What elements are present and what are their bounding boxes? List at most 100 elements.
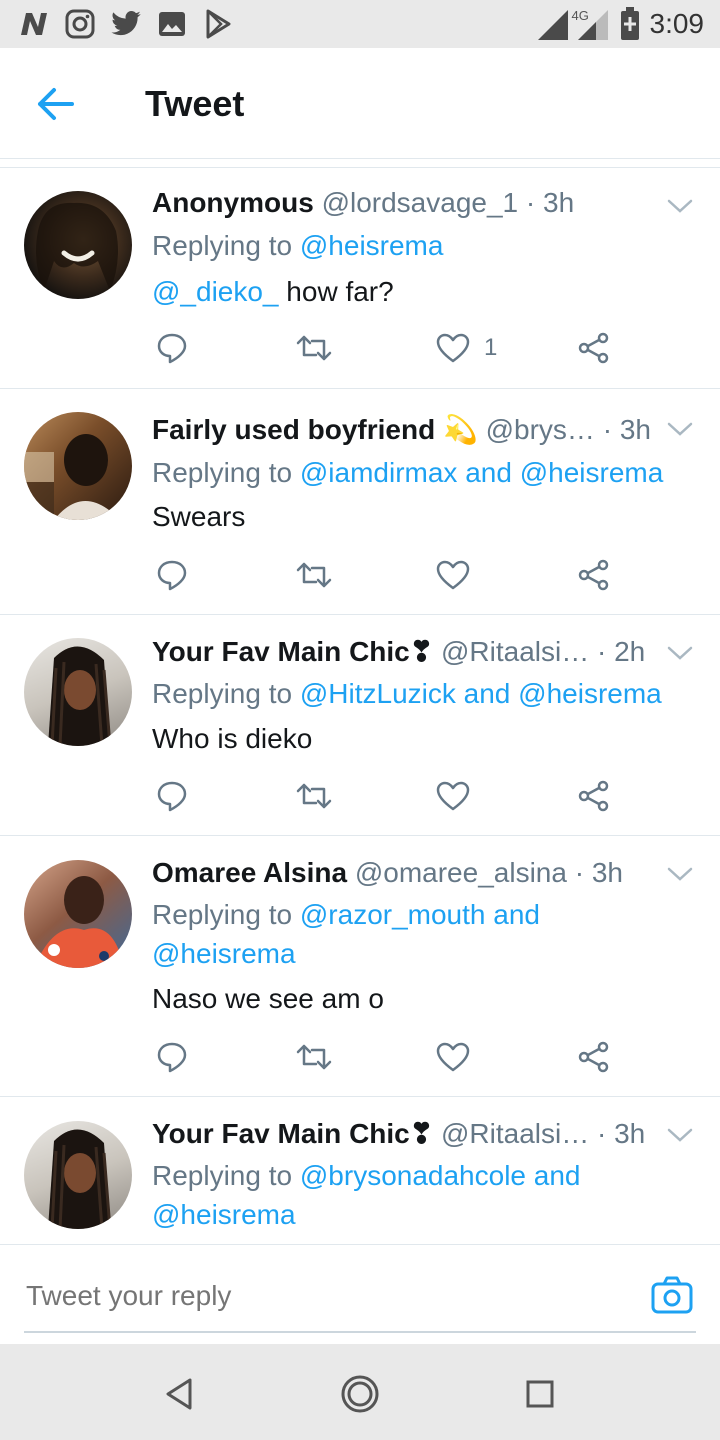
tweet[interactable]: Anonymous @lordsavage_1 · 3h Replying to… [0, 168, 720, 389]
like-count: 1 [484, 334, 498, 361]
replying-to-mentions[interactable]: @razor_mouth and [300, 899, 540, 930]
tweet-text: Swears [152, 501, 246, 532]
like-button[interactable] [436, 778, 470, 814]
retweet-button[interactable] [296, 1039, 332, 1075]
n-app-icon [18, 8, 50, 40]
reply-composer [0, 1244, 720, 1345]
tweet-text: Who is dieko [152, 723, 313, 754]
camera-icon [651, 1276, 693, 1314]
back-button[interactable] [34, 84, 78, 124]
system-nav-bar [0, 1344, 720, 1440]
nav-back-button[interactable] [160, 1374, 200, 1414]
heart-icon [436, 333, 470, 363]
tweet[interactable]: Your Fav Main Chic❣ @Ritaalsi… · 3h Repl… [0, 1097, 720, 1244]
recents-square-icon [526, 1380, 554, 1408]
tweet-text: @_dieko_ how far? [152, 274, 702, 310]
tweet-time: · 3h [525, 187, 575, 218]
tweet-header: Anonymous @lordsavage_1 · 3h [152, 186, 660, 220]
chevron-down-icon[interactable] [666, 1125, 694, 1145]
avatar[interactable] [24, 638, 132, 746]
avatar[interactable] [24, 860, 132, 968]
tweet-time: · 2h [597, 636, 646, 667]
avatar[interactable] [24, 191, 132, 299]
reply-icon [157, 333, 187, 364]
author-name[interactable]: Your Fav Main Chic❣ [152, 1118, 433, 1149]
tweet-actions: 1 [152, 330, 632, 370]
replying-to: Replying to @iamdirmax and @heisrema [152, 453, 702, 492]
replying-to-mentions[interactable]: @iamdirmax and @heisrema [300, 457, 663, 488]
author-handle[interactable]: @Ritaalsi… [441, 636, 589, 667]
like-button[interactable]: 1 [436, 330, 497, 366]
tweet-header: Your Fav Main Chic❣ @Ritaalsi… · 2h [152, 635, 660, 669]
like-button[interactable] [436, 1039, 470, 1075]
tweet-actions [152, 557, 632, 597]
tweet-actions [152, 1039, 632, 1079]
nav-home-button[interactable] [340, 1374, 380, 1414]
retweet-icon [296, 1044, 332, 1070]
reply-button[interactable] [156, 330, 188, 366]
play-store-icon [202, 8, 234, 40]
tweet-time: · 3h [602, 414, 651, 445]
chevron-down-icon[interactable] [666, 864, 694, 884]
tweet-header: Your Fav Main Chic❣ @Ritaalsi… · 3h [152, 1117, 660, 1151]
reply-button[interactable] [156, 1039, 188, 1075]
author-handle[interactable]: @omaree_alsina [355, 857, 567, 888]
author-name[interactable]: Anonymous [152, 187, 314, 218]
reply-input-underline [24, 1331, 696, 1333]
author-name[interactable]: Your Fav Main Chic❣ [152, 636, 433, 667]
clock: 3:09 [649, 8, 705, 39]
share-button[interactable] [578, 557, 610, 593]
chevron-down-icon[interactable] [666, 643, 694, 663]
replying-to: Replying to @heisrema [152, 226, 702, 265]
twitter-icon [110, 8, 142, 40]
tweet-body: how far? [278, 276, 394, 307]
author-handle[interactable]: @Ritaalsi… [441, 1118, 589, 1149]
replying-to-mentions[interactable]: @heisrema [300, 230, 444, 261]
author-name[interactable]: Fairly used boyfriend 💫 [152, 414, 478, 445]
author-handle[interactable]: @lordsavage_1 [322, 187, 519, 218]
like-button[interactable] [436, 557, 470, 593]
replying-to: Replying to @razor_mouth and @heisrema [152, 895, 702, 973]
share-button[interactable] [578, 778, 610, 814]
tweet[interactable]: Fairly used boyfriend 💫 @brys… · 3h Repl… [0, 389, 720, 615]
retweet-button[interactable] [296, 330, 332, 366]
author-handle[interactable]: @brys… [486, 414, 595, 445]
share-icon [578, 559, 609, 591]
avatar[interactable] [24, 1121, 132, 1229]
avatar[interactable] [24, 412, 132, 520]
replying-to-prefix: Replying to [152, 678, 300, 709]
reply-button[interactable] [156, 557, 188, 593]
share-icon [578, 780, 609, 812]
replying-to-mentions-line2[interactable]: @heisrema [152, 1199, 296, 1230]
retweet-button[interactable] [296, 557, 332, 593]
status-bar: 4G 3:09 [0, 0, 720, 48]
author-name[interactable]: Omaree Alsina [152, 857, 347, 888]
back-triangle-icon [166, 1378, 192, 1410]
heart-icon [436, 1042, 470, 1072]
tweet[interactable]: Omaree Alsina @omaree_alsina · 3h Replyi… [0, 836, 720, 1097]
share-button[interactable] [578, 330, 610, 366]
replying-to-mentions[interactable]: @brysonadahcole and [300, 1160, 581, 1191]
replying-to: Replying to @brysonadahcole and @heisrema [152, 1156, 702, 1234]
nav-recents-button[interactable] [520, 1374, 560, 1414]
chevron-down-icon[interactable] [666, 419, 694, 439]
heart-icon [436, 560, 470, 590]
reply-input[interactable] [24, 1273, 628, 1319]
reply-icon [157, 781, 187, 812]
replying-to-mentions[interactable]: @HitzLuzick and @heisrema [300, 678, 662, 709]
tweet-header: Omaree Alsina @omaree_alsina · 3h [152, 856, 660, 890]
share-icon [578, 332, 609, 364]
retweet-button[interactable] [296, 778, 332, 814]
tweet[interactable]: Your Fav Main Chic❣ @Ritaalsi… · 2h Repl… [0, 615, 720, 836]
tweet-mention[interactable]: @_dieko_ [152, 276, 279, 307]
reply-button[interactable] [156, 778, 188, 814]
camera-button[interactable] [650, 1275, 694, 1315]
tweet-header: Fairly used boyfriend 💫 @brys… · 3h [152, 413, 660, 447]
tweet-actions [152, 778, 632, 818]
share-button[interactable] [578, 1039, 610, 1075]
notification-icons [18, 8, 234, 40]
chevron-down-icon[interactable] [666, 196, 694, 216]
share-icon [578, 1041, 609, 1073]
retweet-icon [296, 335, 332, 361]
replying-to-mentions-line2[interactable]: @heisrema [152, 938, 296, 969]
